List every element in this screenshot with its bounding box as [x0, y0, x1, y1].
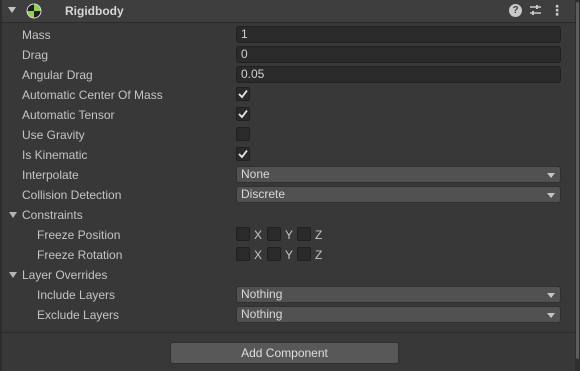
layer-overrides-foldout[interactable]: Layer Overrides — [0, 265, 575, 285]
exclude-layers-dropdown[interactable]: Nothing — [236, 306, 561, 323]
freeze-rotation-y-checkbox[interactable] — [267, 247, 281, 261]
exclude-layers-row: Exclude Layers Nothing — [0, 305, 575, 325]
collision-detection-label: Collision Detection — [22, 188, 122, 202]
chevron-down-icon — [547, 293, 555, 298]
component-header[interactable]: Rigidbody ? ⋮ — [2, 0, 575, 23]
auto-tensor-label: Automatic Tensor — [22, 108, 115, 122]
auto-tensor-row: Automatic Tensor — [0, 105, 575, 125]
checkmark-icon — [238, 149, 248, 159]
freeze-position-z-checkbox[interactable] — [297, 227, 311, 241]
auto-tensor-checkbox[interactable] — [236, 107, 250, 121]
angular-drag-label: Angular Drag — [22, 68, 93, 82]
freeze-position-label: Freeze Position — [37, 228, 121, 242]
freeze-rotation-z-label: Z — [315, 248, 323, 262]
constraints-label: Constraints — [22, 208, 83, 222]
interpolate-label: Interpolate — [22, 168, 79, 182]
mass-row: Mass 1 — [0, 25, 575, 45]
freeze-rotation-row: Freeze Rotation X Y Z — [0, 245, 575, 265]
freeze-position-y-label: Y — [285, 228, 294, 242]
angular-drag-row: Angular Drag 0.05 — [0, 65, 575, 85]
rigidbody-icon — [26, 3, 42, 19]
include-layers-dropdown[interactable]: Nothing — [236, 286, 561, 303]
freeze-position-row: Freeze Position X Y Z — [0, 225, 575, 245]
foldout-arrow-icon[interactable] — [9, 212, 17, 218]
layer-overrides-label: Layer Overrides — [22, 268, 108, 282]
freeze-position-y-checkbox[interactable] — [267, 227, 281, 241]
help-icon[interactable]: ? — [509, 4, 522, 17]
component-title: Rigidbody — [65, 4, 124, 18]
foldout-arrow-icon[interactable] — [9, 272, 17, 278]
interpolate-value: None — [241, 167, 270, 181]
checkmark-icon — [238, 109, 248, 119]
auto-center-of-mass-checkbox[interactable] — [236, 87, 250, 101]
constraints-foldout[interactable]: Constraints — [0, 205, 575, 225]
exclude-layers-value: Nothing — [241, 307, 283, 321]
freeze-rotation-label: Freeze Rotation — [37, 248, 123, 262]
freeze-rotation-x-label: X — [254, 248, 263, 262]
use-gravity-label: Use Gravity — [22, 128, 85, 142]
drag-field[interactable]: 0 — [236, 46, 561, 63]
collision-detection-row: Collision Detection Discrete — [0, 185, 575, 205]
use-gravity-checkbox[interactable] — [236, 127, 250, 141]
drag-label: Drag — [22, 48, 49, 62]
freeze-rotation-x-checkbox[interactable] — [236, 247, 250, 261]
checkmark-icon — [238, 89, 248, 99]
include-layers-value: Nothing — [241, 287, 283, 301]
mass-label: Mass — [22, 28, 51, 42]
collision-detection-dropdown[interactable]: Discrete — [236, 186, 561, 203]
is-kinematic-checkbox[interactable] — [236, 147, 250, 161]
chevron-down-icon — [547, 173, 555, 178]
freeze-rotation-y-label: Y — [285, 248, 294, 262]
auto-center-of-mass-row: Automatic Center Of Mass — [0, 85, 575, 105]
collision-detection-value: Discrete — [241, 187, 286, 201]
presets-icon[interactable] — [529, 4, 542, 17]
auto-center-of-mass-label: Automatic Center Of Mass — [22, 88, 163, 102]
use-gravity-row: Use Gravity — [0, 125, 575, 145]
freeze-position-x-checkbox[interactable] — [236, 227, 250, 241]
interpolate-row: Interpolate None — [0, 165, 575, 185]
freeze-position-z-label: Z — [315, 228, 323, 242]
include-layers-label: Include Layers — [37, 288, 116, 302]
add-component-button[interactable]: Add Component — [170, 342, 399, 364]
section-divider — [0, 332, 575, 333]
is-kinematic-row: Is Kinematic — [0, 145, 575, 165]
rigidbody-inspector: Rigidbody ? ⋮ Mass 1 Drag 0 Angular Drag… — [0, 0, 580, 371]
exclude-layers-label: Exclude Layers — [37, 308, 120, 322]
mass-field[interactable]: 1 — [236, 26, 561, 43]
scrollbar-thumb[interactable] — [576, 2, 579, 359]
freeze-position-x-label: X — [254, 228, 263, 242]
freeze-rotation-z-checkbox[interactable] — [297, 247, 311, 261]
include-layers-row: Include Layers Nothing — [0, 285, 575, 305]
interpolate-dropdown[interactable]: None — [236, 166, 561, 183]
drag-row: Drag 0 — [0, 45, 575, 65]
chevron-down-icon — [547, 193, 555, 198]
angular-drag-field[interactable]: 0.05 — [236, 66, 561, 83]
menu-icon[interactable]: ⋮ — [550, 3, 564, 17]
foldout-arrow-icon[interactable] — [8, 7, 16, 13]
is-kinematic-label: Is Kinematic — [22, 148, 88, 162]
chevron-down-icon — [547, 313, 555, 318]
